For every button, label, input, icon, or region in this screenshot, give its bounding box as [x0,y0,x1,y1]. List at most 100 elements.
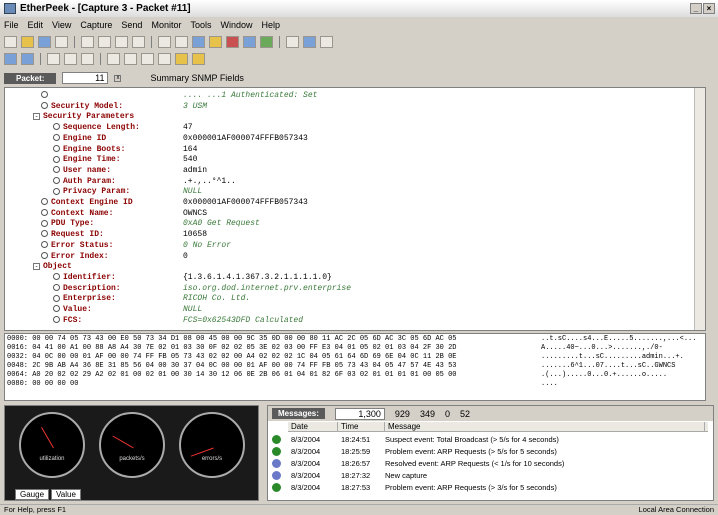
packet-bar: Packet: 11 x Summary SNMP Fields [0,70,718,86]
gauge-label: packets/s [119,456,145,462]
expand-icon[interactable] [141,53,154,65]
cut-icon[interactable] [81,36,94,48]
chart-icon[interactable] [260,36,273,48]
log-row[interactable]: 8/3/2004 18:25:59 Problem event: ARP Reque… [272,446,710,457]
close-packet-icon[interactable]: x [114,74,122,82]
field-name: Error Index: [51,251,109,261]
delete-icon[interactable] [132,36,145,48]
hex-line: 0032: 04 0C 00 00 01 AF 00 00 74 FF FB 0… [7,353,457,361]
decode-row[interactable]: Context Name: OWNCS [41,208,207,219]
field-name: FCS: [63,315,83,325]
menu-monitor[interactable]: Monitor [151,20,181,30]
log-row[interactable]: 8/3/2004 18:26:57 Resolved event: ARP Requ… [272,458,710,469]
print-icon[interactable] [55,36,68,48]
ascii-line: .........t...sC.........admin...+. [541,353,684,361]
tab-value[interactable]: Value [51,489,81,500]
copy-icon[interactable] [98,36,111,48]
decode-row[interactable]: Request ID: 10658 [41,229,207,240]
stats-icon[interactable] [209,36,222,48]
save-icon[interactable] [38,36,51,48]
menu-view[interactable]: View [52,20,71,30]
grid-icon[interactable] [81,53,94,65]
tab-gauge[interactable]: Gauge [15,489,50,500]
log-date: 8/3/2004 [291,471,321,480]
menu-edit[interactable]: Edit [28,20,44,30]
expand-icon[interactable]: - [33,262,40,270]
decode-icon[interactable] [47,53,60,65]
field-value: FCS=0x62543DFD Calculated [183,315,304,325]
log-row[interactable]: 8/3/2004 18:27:53 Problem event: ARP Reque… [272,482,710,493]
decode-row[interactable]: Value: NULL [53,304,202,315]
decode-row[interactable]: .... ...1 Authenticated: Set [41,90,317,101]
decode-row[interactable]: Engine ID 0x000001AF000074FFFB057343 [53,133,308,144]
decode-row[interactable]: Privacy Param: NULL [53,186,202,197]
new-icon[interactable] [4,36,17,48]
menu-help[interactable]: Help [262,20,281,30]
field-icon [41,251,48,259]
close-button[interactable]: × [703,3,715,14]
decode-row[interactable]: - Security Parameters [33,111,134,122]
arrow-right-icon[interactable] [320,36,333,48]
options-icon[interactable] [286,36,299,48]
record-icon[interactable] [226,36,239,48]
collapse-icon[interactable] [158,53,171,65]
decode-row[interactable]: Error Status: 0 No Error [41,240,231,251]
field-icon [53,144,60,152]
network-icon[interactable] [243,36,256,48]
back-icon[interactable] [4,53,17,65]
field-icon [53,155,60,163]
tools-icon[interactable] [192,53,205,65]
decode-row[interactable]: Sequence Length: 47 [53,122,193,133]
flag-icon[interactable] [124,53,137,65]
decode-row[interactable]: Engine Time: 540 [53,154,197,165]
find-icon[interactable] [158,36,171,48]
decode-row[interactable]: Identifier: {1.3.6.1.4.1.367.3.2.1.1.1.1.… [53,272,332,283]
decode-row[interactable]: Auth Param: .+.,..°^1.. [53,176,236,187]
log-msg: Problem event: ARP Requests (> 3/s for 5… [385,483,557,492]
find-next-icon[interactable] [175,36,188,48]
open-icon[interactable] [21,36,34,48]
field-name: Engine Boots: [63,144,126,154]
decode-row[interactable]: Enterprise: RICOH Co. Ltd. [53,293,250,304]
paste-icon[interactable] [115,36,128,48]
col-message[interactable]: Message [385,422,705,431]
help-icon[interactable] [303,36,316,48]
gauge-label: utilization [39,456,65,462]
field-icon [53,166,60,174]
log-row[interactable]: 8/3/2004 18:27:32 New capture [272,470,710,481]
menu-capture[interactable]: Capture [80,20,112,30]
decode-row[interactable]: Engine Boots: 164 [53,144,197,155]
decode-row[interactable]: - Object [33,261,72,272]
status-help: For Help, press F1 [4,505,67,514]
field-name: Request ID: [51,230,104,240]
edit-icon[interactable] [175,53,188,65]
decode-row[interactable]: Error Index: 0 [41,251,188,262]
view-tabs[interactable]: Summary SNMP Fields [150,73,243,83]
decode-row[interactable]: Description: iso.org.dod.internet.prv.ent… [53,283,351,294]
decode-row[interactable]: PDU Type: 0xA0 Get Request [41,218,260,229]
filter-icon[interactable] [192,36,205,48]
decode-row[interactable]: User name: admin [53,165,207,176]
vertical-scrollbar[interactable] [694,88,705,330]
packet-number-field[interactable]: 11 [62,72,109,84]
field-icon [41,209,48,217]
field-name: Error Status: [51,240,114,250]
minimize-button[interactable]: _ [690,3,702,14]
expand-icon[interactable]: - [33,112,40,120]
search-icon[interactable] [107,53,120,65]
col-time[interactable]: Time [338,422,385,431]
menu-file[interactable]: File [4,20,19,30]
field-icon [53,273,60,281]
log-msg: Problem event: ARP Requests (> 5/s for 5… [385,447,557,456]
decode-row[interactable]: Security Model: 3 USM [41,101,207,112]
menu-tools[interactable]: Tools [190,20,211,30]
col-date[interactable]: Date [288,422,338,431]
menu-window[interactable]: Window [220,20,252,30]
messages-count: 1,300 [334,407,385,420]
forward-icon[interactable] [21,53,34,65]
hex-icon[interactable] [64,53,77,65]
log-row[interactable]: 8/3/2004 18:24:51 Suspect event: Total Bro… [272,434,710,445]
menu-send[interactable]: Send [121,20,142,30]
decode-row[interactable]: Context Engine ID 0x000001AF000074FFFB057… [41,197,308,208]
decode-row[interactable]: FCS: FCS=0x62543DFD Calculated [53,315,303,326]
